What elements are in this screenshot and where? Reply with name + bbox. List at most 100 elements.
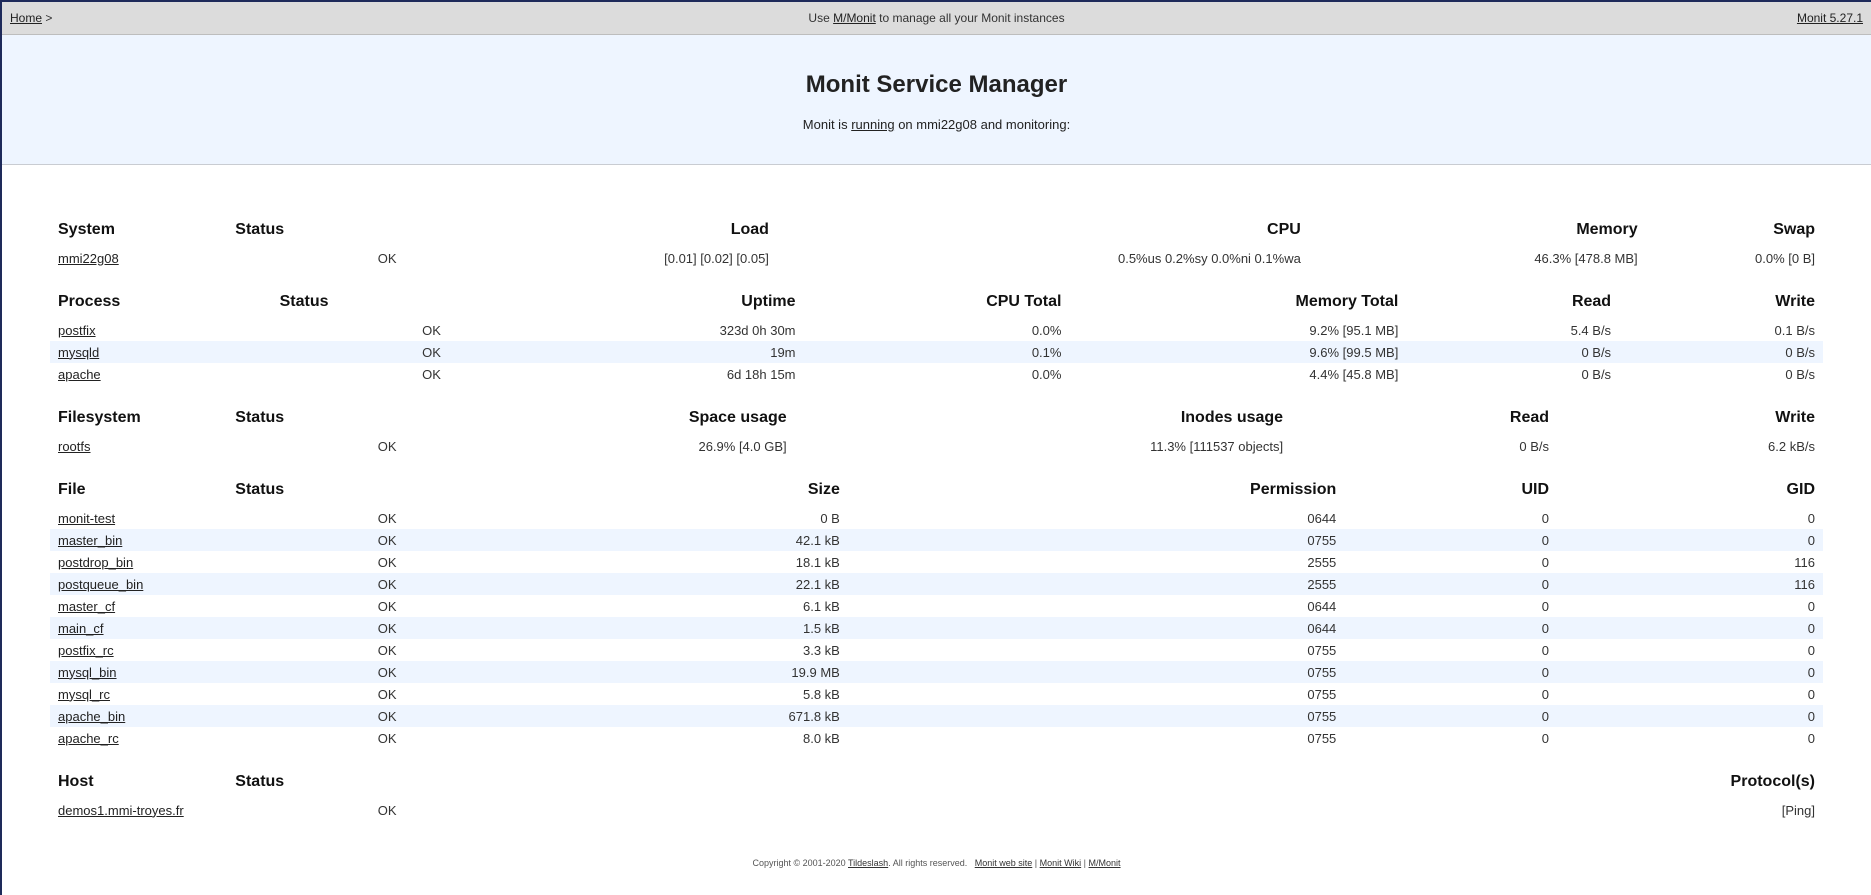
- uid-value: 0: [1344, 507, 1558, 529]
- permission-value: 0755: [847, 683, 1345, 705]
- promo-suffix: to manage all your Monit instances: [879, 11, 1065, 25]
- uid-value: 0: [1344, 639, 1558, 661]
- permission-value: 0755: [847, 705, 1345, 727]
- col-file: File: [58, 481, 86, 498]
- file-link[interactable]: postfix_rc: [58, 643, 114, 658]
- mmonit-promo: Use M/Monit to manage all your Monit ins…: [2, 11, 1871, 25]
- gid-value: 0: [1557, 595, 1823, 617]
- col-system: System: [58, 221, 115, 238]
- file-row: postqueue_bin OK 22.1 kB 2555 0 116: [50, 573, 1823, 595]
- system-table: System Status Load CPU Memory Swap mmi22…: [50, 211, 1823, 269]
- process-link[interactable]: mysqld: [58, 345, 99, 360]
- filesystem-header-row: Filesystem Status Space usage Inodes usa…: [50, 399, 1823, 435]
- tildeslash-link[interactable]: Tildeslash: [848, 858, 888, 868]
- file-link[interactable]: postdrop_bin: [58, 555, 133, 570]
- system-name-cell: mmi22g08: [50, 247, 228, 269]
- write-value: 0 B/s: [1619, 341, 1823, 363]
- monit-website-link[interactable]: Monit web site: [975, 858, 1033, 868]
- gid-value: 0: [1557, 617, 1823, 639]
- col-inodes-usage: Inodes usage: [1180, 409, 1284, 426]
- cpu-total-value: 0.1%: [803, 341, 1070, 363]
- system-link[interactable]: mmi22g08: [58, 251, 119, 266]
- col-status: Status: [235, 481, 285, 498]
- home-link[interactable]: Home: [10, 11, 42, 25]
- running-link[interactable]: running: [851, 117, 894, 132]
- file-name-cell: mysql_bin: [50, 661, 228, 683]
- file-row: apache_rc OK 8.0 kB 0755 0 0: [50, 727, 1823, 749]
- size-value: 42.1 kB: [404, 529, 848, 551]
- file-link[interactable]: main_cf: [58, 621, 104, 636]
- file-name-cell: postfix_rc: [50, 639, 228, 661]
- uid-value: 0: [1344, 727, 1558, 749]
- permission-value: 0755: [847, 639, 1345, 661]
- status-ok: OK: [227, 507, 405, 529]
- file-link[interactable]: mysql_rc: [58, 687, 110, 702]
- read-value: 0 B/s: [1406, 363, 1620, 385]
- permission-value: 2555: [847, 573, 1345, 595]
- status-ok: OK: [227, 727, 405, 749]
- size-value: 5.8 kB: [404, 683, 848, 705]
- version-link[interactable]: Monit 5.27.1: [1797, 11, 1863, 25]
- status-suffix: on mmi22g08 and monitoring:: [898, 117, 1071, 132]
- col-uptime: Uptime: [741, 293, 796, 310]
- status-ok: OK: [271, 319, 449, 341]
- process-table: Process Status Uptime CPU Total Memory T…: [50, 283, 1823, 385]
- host-header-row: Host Status Protocol(s): [50, 763, 1823, 799]
- page-title: Monit Service Manager: [805, 71, 1068, 98]
- file-link[interactable]: postqueue_bin: [58, 577, 143, 592]
- file-header-row: File Status Size Permission UID GID: [50, 471, 1823, 507]
- gid-value: 0: [1557, 727, 1823, 749]
- write-value: 0.1 B/s: [1619, 319, 1823, 341]
- system-row: mmi22g08 OK [0.01] [0.02] [0.05] 0.5%us …: [50, 247, 1823, 269]
- file-row: apache_bin OK 671.8 kB 0755 0 0: [50, 705, 1823, 727]
- gid-value: 0: [1557, 639, 1823, 661]
- file-name-cell: apache_bin: [50, 705, 228, 727]
- col-space-usage: Space usage: [688, 409, 787, 426]
- col-gid: GID: [1786, 481, 1815, 498]
- cpu-total-value: 0.0%: [803, 363, 1070, 385]
- col-swap: Swap: [1773, 221, 1815, 238]
- top-bar: Home > Use M/Monit to manage all your Mo…: [2, 2, 1871, 35]
- permission-value: 0755: [847, 529, 1345, 551]
- file-link[interactable]: master_bin: [58, 533, 122, 548]
- file-link[interactable]: apache_bin: [58, 709, 125, 724]
- col-process: Process: [58, 293, 121, 310]
- filesystem-link[interactable]: rootfs: [58, 439, 91, 454]
- mmonit-link[interactable]: M/Monit: [833, 11, 876, 25]
- footer-separator: |: [1034, 858, 1038, 868]
- process-link[interactable]: postfix: [58, 323, 96, 338]
- filesystem-name-cell: rootfs: [50, 435, 228, 457]
- size-value: 1.5 kB: [404, 617, 848, 639]
- status-ok: OK: [227, 573, 405, 595]
- file-row: postfix_rc OK 3.3 kB 0755 0 0: [50, 639, 1823, 661]
- file-link[interactable]: monit-test: [58, 511, 115, 526]
- status-ok: OK: [227, 551, 405, 573]
- file-link[interactable]: mysql_bin: [58, 665, 117, 680]
- protocol-value: [Ping]: [404, 799, 1823, 821]
- file-link[interactable]: apache_rc: [58, 731, 119, 746]
- memory-total-value: 9.6% [99.5 MB]: [1069, 341, 1407, 363]
- status-ok: OK: [271, 363, 449, 385]
- host-table: Host Status Protocol(s) demos1.mmi-troye…: [50, 763, 1823, 821]
- host-link[interactable]: demos1.mmi-troyes.fr: [58, 803, 184, 818]
- status-ok: OK: [227, 435, 405, 457]
- process-link[interactable]: apache: [58, 367, 101, 382]
- space-usage-value: 26.9% [4.0 GB]: [404, 435, 795, 457]
- swap-value: 0.0% [0 B]: [1645, 247, 1823, 269]
- permission-value: 0644: [847, 507, 1345, 529]
- file-name-cell: mysql_rc: [50, 683, 228, 705]
- mmonit-footer-link[interactable]: M/Monit: [1089, 858, 1121, 868]
- process-name-cell: mysqld: [50, 341, 272, 363]
- file-row: master_cf OK 6.1 kB 0644 0 0: [50, 595, 1823, 617]
- uid-value: 0: [1344, 595, 1558, 617]
- col-filesystem: Filesystem: [58, 409, 141, 426]
- file-link[interactable]: master_cf: [58, 599, 115, 614]
- filesystem-table: Filesystem Status Space usage Inodes usa…: [50, 399, 1823, 457]
- file-row: mysql_rc OK 5.8 kB 0755 0 0: [50, 683, 1823, 705]
- permission-value: 0644: [847, 617, 1345, 639]
- file-row: main_cf OK 1.5 kB 0644 0 0: [50, 617, 1823, 639]
- monit-wiki-link[interactable]: Monit Wiki: [1040, 858, 1082, 868]
- permission-value: 0644: [847, 595, 1345, 617]
- file-name-cell: master_cf: [50, 595, 228, 617]
- promo-prefix: Use: [808, 11, 830, 25]
